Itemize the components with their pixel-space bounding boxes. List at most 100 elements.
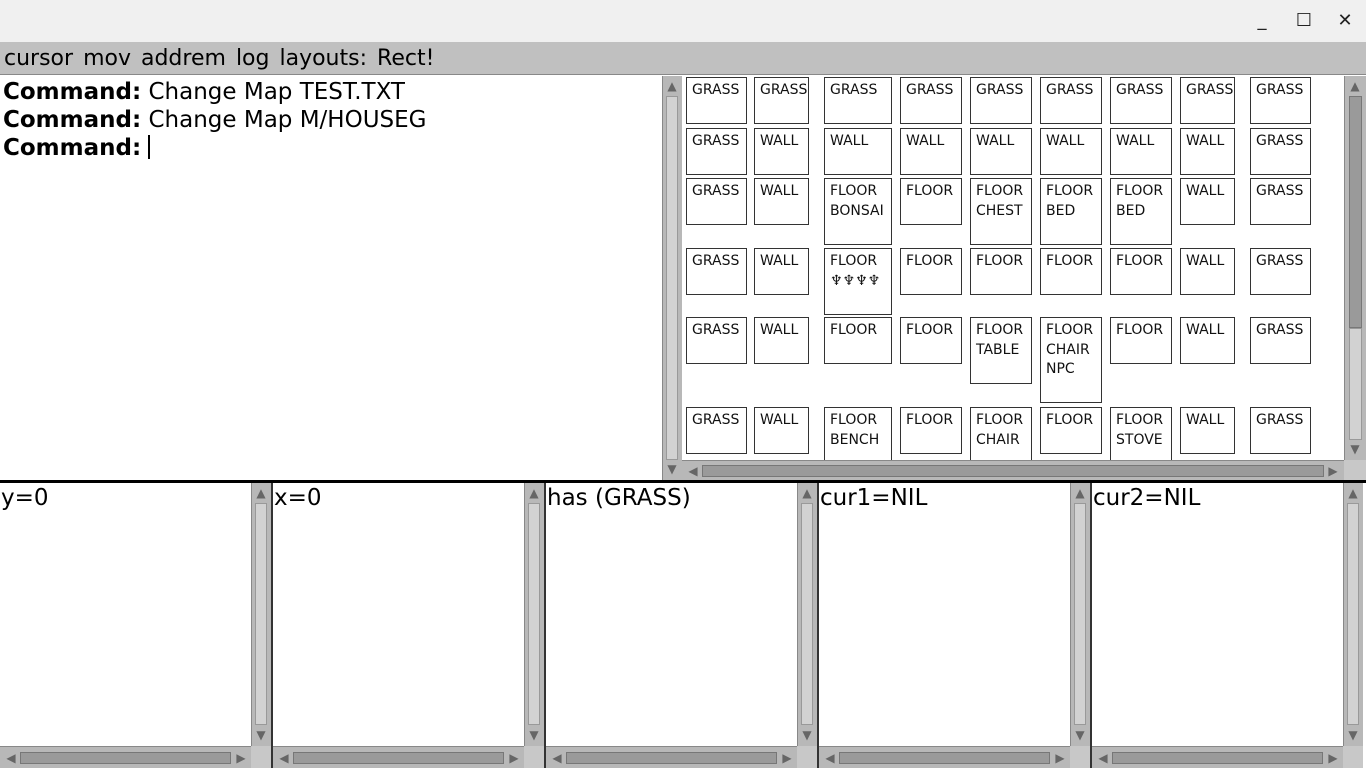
status-vertical-scrollbar[interactable]: ▲ ▼ bbox=[1343, 483, 1363, 746]
map-cell[interactable]: GRASS bbox=[686, 178, 747, 225]
map-cell[interactable]: GRASS bbox=[970, 77, 1032, 124]
scroll-up-icon[interactable]: ▲ bbox=[799, 486, 815, 500]
status-vertical-scrollbar[interactable]: ▲ ▼ bbox=[524, 483, 544, 746]
map-cell[interactable]: GRASS bbox=[686, 248, 747, 295]
map-cell[interactable]: GRASS bbox=[686, 317, 747, 364]
map-cell[interactable]: WALL bbox=[1040, 128, 1102, 175]
scroll-thumb[interactable] bbox=[20, 752, 231, 764]
scroll-down-icon[interactable]: ▼ bbox=[664, 462, 680, 476]
map-cell[interactable]: FLOOR bbox=[1110, 248, 1172, 295]
menu-rect[interactable]: Rect! bbox=[377, 42, 434, 75]
map-cell[interactable]: GRASS bbox=[1040, 77, 1102, 124]
menu-cursor[interactable]: cursor bbox=[4, 42, 73, 75]
map-cell[interactable]: FLOOR bbox=[900, 248, 962, 295]
scroll-left-icon[interactable]: ◀ bbox=[685, 464, 701, 478]
scroll-left-icon[interactable]: ◀ bbox=[1095, 751, 1111, 765]
command-console[interactable]: Command: Change Map TEST.TXT Command: Ch… bbox=[0, 76, 662, 480]
scroll-track[interactable] bbox=[666, 96, 678, 460]
map-cell[interactable]: WALL bbox=[754, 128, 809, 175]
map-cell[interactable]: FLOOR BED bbox=[1110, 178, 1172, 245]
map-cell[interactable]: GRASS bbox=[1250, 77, 1311, 124]
map-cell[interactable]: FLOOR ♆♆♆♆ bbox=[824, 248, 892, 315]
map-cell[interactable]: FLOOR bbox=[1110, 317, 1172, 364]
scroll-up-icon[interactable]: ▲ bbox=[1347, 79, 1363, 93]
status-horizontal-scrollbar[interactable]: ◀ ▶ bbox=[546, 746, 797, 768]
map-cell[interactable]: FLOOR CHAIR NPC bbox=[1040, 317, 1102, 403]
scroll-thumb[interactable] bbox=[566, 752, 777, 764]
scroll-track[interactable] bbox=[528, 503, 540, 725]
scroll-down-icon[interactable]: ▼ bbox=[526, 728, 542, 742]
map-cell[interactable]: FLOOR bbox=[900, 407, 962, 454]
map-cell[interactable]: GRASS bbox=[824, 77, 892, 124]
scroll-right-icon[interactable]: ▶ bbox=[1052, 751, 1068, 765]
scroll-thumb[interactable] bbox=[293, 752, 504, 764]
map-cell[interactable]: GRASS bbox=[1250, 248, 1311, 295]
map-cell[interactable]: GRASS bbox=[686, 128, 747, 175]
map-cell[interactable]: WALL bbox=[754, 178, 809, 225]
map-cell[interactable]: WALL bbox=[1180, 407, 1235, 454]
map-cell[interactable]: GRASS bbox=[686, 407, 747, 454]
scroll-up-icon[interactable]: ▲ bbox=[1345, 486, 1361, 500]
scroll-up-icon[interactable]: ▲ bbox=[1072, 486, 1088, 500]
scroll-down-icon[interactable]: ▼ bbox=[1347, 442, 1363, 456]
menu-log[interactable]: log bbox=[236, 42, 270, 75]
map-cell[interactable]: WALL bbox=[1180, 178, 1235, 225]
scroll-thumb[interactable] bbox=[1112, 752, 1323, 764]
map-cell[interactable]: WALL bbox=[1180, 317, 1235, 364]
map-cell[interactable]: GRASS bbox=[1180, 77, 1235, 124]
scroll-up-icon[interactable]: ▲ bbox=[253, 486, 269, 500]
minimize-button[interactable]: _ bbox=[1248, 8, 1276, 34]
menu-addrem[interactable]: addrem bbox=[141, 42, 226, 75]
map-vertical-scrollbar[interactable]: ▲ ▼ bbox=[1344, 76, 1366, 460]
map-cell[interactable]: GRASS bbox=[1250, 128, 1311, 175]
map-cell[interactable]: WALL bbox=[1110, 128, 1172, 175]
scroll-left-icon[interactable]: ◀ bbox=[549, 751, 565, 765]
map-cell[interactable]: FLOOR bbox=[900, 178, 962, 225]
map-cell[interactable]: GRASS bbox=[754, 77, 809, 124]
scroll-up-icon[interactable]: ▲ bbox=[526, 486, 542, 500]
map-cell[interactable]: WALL bbox=[1180, 248, 1235, 295]
map-cell[interactable]: FLOOR TABLE bbox=[970, 317, 1032, 384]
map-cell[interactable]: FLOOR bbox=[970, 248, 1032, 295]
map-cell[interactable]: FLOOR CHAIR bbox=[970, 407, 1032, 460]
scroll-track[interactable] bbox=[255, 503, 267, 725]
scroll-left-icon[interactable]: ◀ bbox=[822, 751, 838, 765]
scroll-down-icon[interactable]: ▼ bbox=[253, 728, 269, 742]
scroll-right-icon[interactable]: ▶ bbox=[1325, 464, 1341, 478]
map-cell[interactable]: GRASS bbox=[1250, 407, 1311, 454]
map-cell[interactable]: FLOOR STOVE bbox=[1110, 407, 1172, 460]
map-cell[interactable]: GRASS bbox=[1250, 317, 1311, 364]
scroll-track[interactable] bbox=[1347, 503, 1359, 725]
scroll-down-icon[interactable]: ▼ bbox=[1345, 728, 1361, 742]
scroll-down-icon[interactable]: ▼ bbox=[799, 728, 815, 742]
scroll-up-icon[interactable]: ▲ bbox=[664, 79, 680, 93]
command-input[interactable] bbox=[141, 135, 148, 161]
map-cell[interactable]: WALL bbox=[754, 317, 809, 364]
scroll-thumb[interactable] bbox=[702, 465, 1324, 477]
map-cell[interactable]: WALL bbox=[754, 248, 809, 295]
status-vertical-scrollbar[interactable]: ▲ ▼ bbox=[251, 483, 271, 746]
map-cell[interactable]: GRASS bbox=[686, 77, 747, 124]
map-cell[interactable]: WALL bbox=[824, 128, 892, 175]
scroll-right-icon[interactable]: ▶ bbox=[233, 751, 249, 765]
scroll-left-icon[interactable]: ◀ bbox=[3, 751, 19, 765]
console-vertical-scrollbar[interactable]: ▲ ▼ bbox=[662, 76, 682, 480]
status-horizontal-scrollbar[interactable]: ◀ ▶ bbox=[0, 746, 251, 768]
scroll-right-icon[interactable]: ▶ bbox=[1325, 751, 1341, 765]
menu-mov[interactable]: mov bbox=[83, 42, 131, 75]
console-input-line[interactable]: Command: bbox=[0, 134, 662, 162]
scroll-track[interactable] bbox=[1074, 503, 1086, 725]
scroll-track[interactable] bbox=[1349, 328, 1362, 440]
maximize-button[interactable]: ☐ bbox=[1290, 8, 1318, 34]
map-cell[interactable]: FLOOR bbox=[900, 317, 962, 364]
map-cell[interactable]: FLOOR bbox=[1040, 407, 1102, 454]
map-cell[interactable]: FLOOR BENCH bbox=[824, 407, 892, 460]
map-cell[interactable]: WALL bbox=[900, 128, 962, 175]
scroll-track[interactable] bbox=[801, 503, 813, 725]
map-cell[interactable]: FLOOR bbox=[824, 317, 892, 364]
scroll-left-icon[interactable]: ◀ bbox=[276, 751, 292, 765]
scroll-thumb[interactable] bbox=[839, 752, 1050, 764]
map-cell[interactable]: FLOOR bbox=[1040, 248, 1102, 295]
scroll-right-icon[interactable]: ▶ bbox=[506, 751, 522, 765]
menu-layouts[interactable]: layouts: bbox=[279, 42, 367, 75]
